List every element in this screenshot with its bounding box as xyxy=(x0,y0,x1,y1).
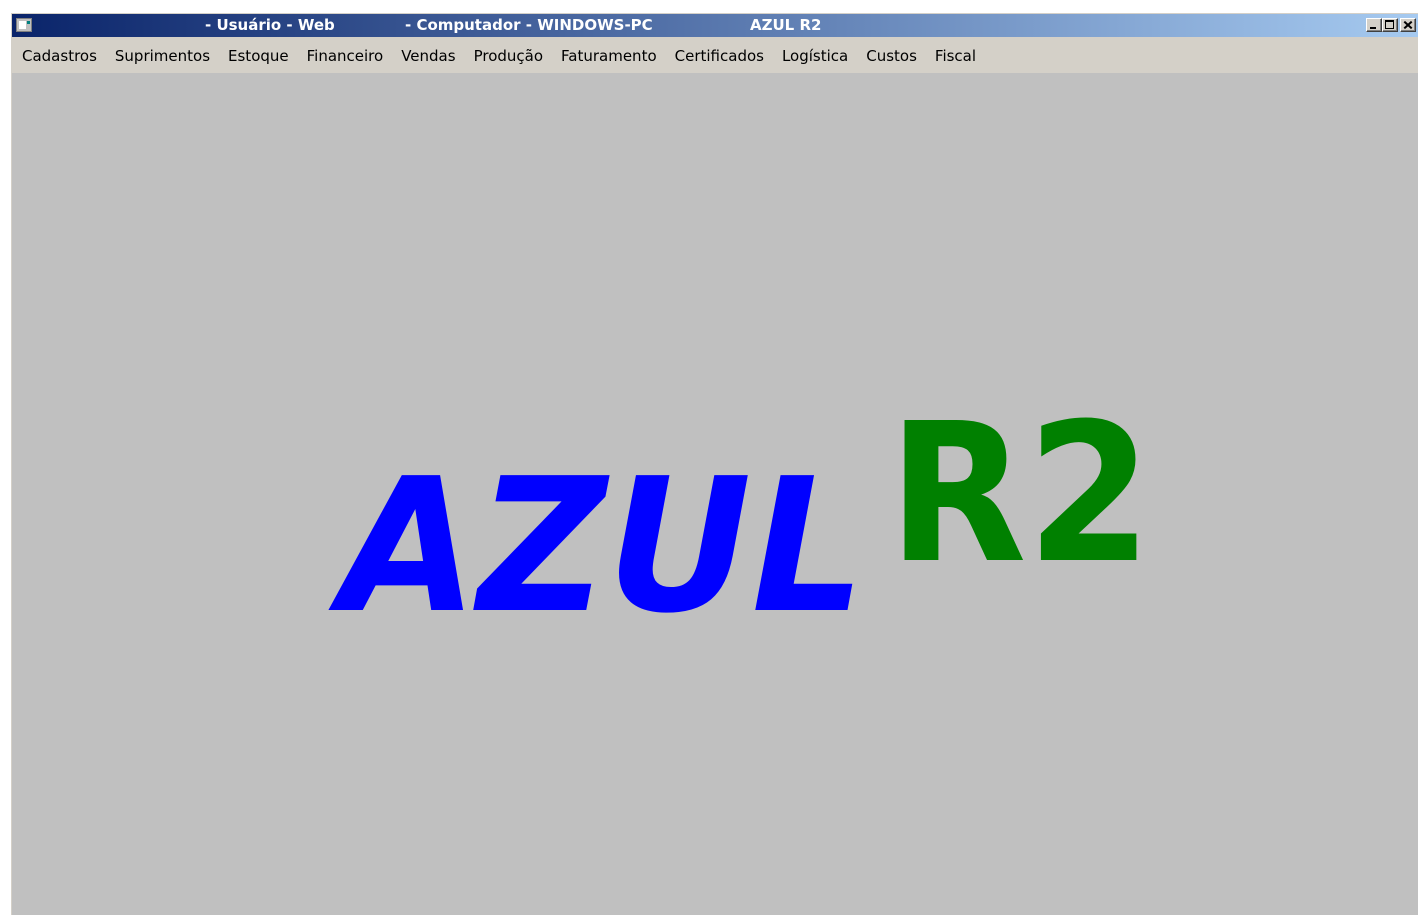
logo-suffix: R2 xyxy=(888,383,1152,606)
menu-item-fiscal[interactable]: Fiscal xyxy=(926,39,985,73)
title-app-name: AZUL R2 xyxy=(750,16,822,34)
menu-item-certificados[interactable]: Certificados xyxy=(666,39,773,73)
menu-item-cadastros[interactable]: Cadastros xyxy=(13,39,106,73)
menu-item-vendas[interactable]: Vendas xyxy=(392,39,464,73)
menu-bar: Cadastros Suprimentos Estoque Financeiro… xyxy=(12,39,1418,73)
menu-item-faturamento[interactable]: Faturamento xyxy=(552,39,666,73)
menu-item-financeiro[interactable]: Financeiro xyxy=(298,39,393,73)
menu-item-producao[interactable]: Produção xyxy=(465,39,552,73)
menu-item-logistica[interactable]: Logística xyxy=(773,39,857,73)
main-window: - Usuário - Web - Computador - WINDOWS-P… xyxy=(10,12,1418,915)
title-bar[interactable]: - Usuário - Web - Computador - WINDOWS-P… xyxy=(12,14,1418,37)
maximize-button[interactable] xyxy=(1382,18,1398,32)
title-computer: - Computador - WINDOWS-PC xyxy=(405,16,653,34)
minimize-icon xyxy=(1370,27,1376,29)
maximize-icon xyxy=(1385,20,1394,29)
menu-item-suprimentos[interactable]: Suprimentos xyxy=(106,39,219,73)
title-user: - Usuário - Web xyxy=(205,16,335,34)
close-button[interactable] xyxy=(1400,18,1416,32)
azul-r2-logo: AZUL R2 xyxy=(327,383,1152,654)
logo-word: AZUL xyxy=(327,438,865,654)
app-window-icon[interactable] xyxy=(16,18,32,32)
close-icon xyxy=(1403,20,1413,29)
menu-item-estoque[interactable]: Estoque xyxy=(219,39,298,73)
menu-item-custos[interactable]: Custos xyxy=(857,39,926,73)
minimize-button[interactable] xyxy=(1366,18,1382,32)
workspace: AZUL R2 xyxy=(12,73,1418,915)
